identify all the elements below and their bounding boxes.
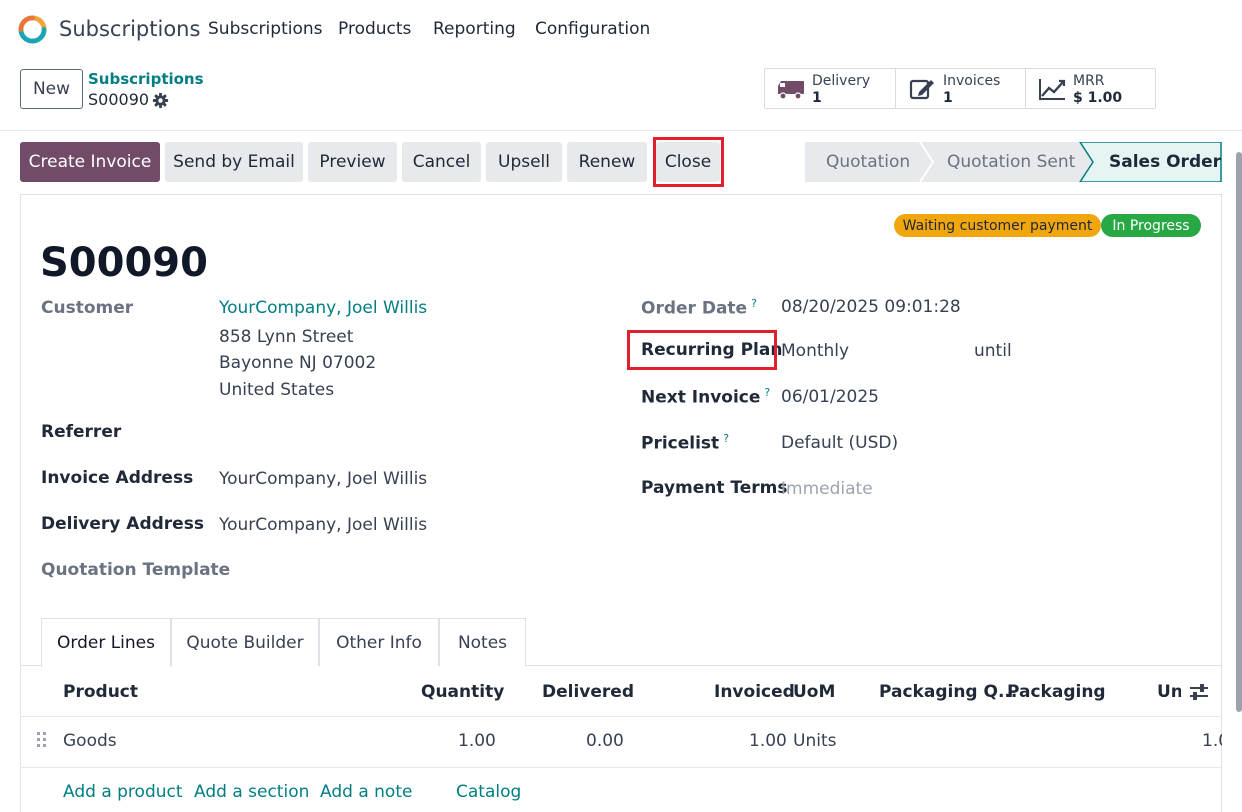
column-header-uom[interactable]: UoM — [793, 682, 835, 702]
table-row-divider — [20, 767, 1222, 768]
create-invoice-button[interactable]: Create Invoice — [20, 142, 160, 182]
mrr-smart-button[interactable]: MRR $ 1.00 — [1026, 69, 1155, 108]
page-title: S00090 — [40, 240, 208, 286]
status-quotation-sent[interactable]: Quotation Sent — [947, 152, 1075, 172]
preview-button[interactable]: Preview — [308, 142, 397, 182]
invoices-count: 1 — [943, 90, 953, 106]
column-header-packaging-qty[interactable]: Packaging Q... — [879, 682, 1017, 702]
gear-icon[interactable] — [152, 92, 169, 109]
quotation-template-label: Quotation Template — [41, 560, 231, 580]
top-navbar: Subscriptions Subscriptions Products Rep… — [0, 0, 1242, 60]
form-sheet — [20, 194, 1222, 812]
status-quotation[interactable]: Quotation — [826, 152, 910, 172]
status-badge-payment: Waiting customer payment — [894, 214, 1101, 237]
pricelist-field[interactable]: Default (USD) — [781, 433, 898, 453]
delivery-address-field[interactable]: YourCompany, Joel Willis — [219, 515, 427, 535]
add-section-link[interactable]: Add a section — [194, 782, 309, 802]
address-line-2: Bayonne NJ 07002 — [219, 353, 377, 373]
vertical-scrollbar[interactable] — [1236, 152, 1242, 712]
invoice-address-field[interactable]: YourCompany, Joel Willis — [219, 469, 427, 489]
breadcrumb-current: S00090 — [88, 90, 150, 109]
referrer-label: Referrer — [41, 422, 122, 442]
next-invoice-field[interactable]: 06/01/2025 — [781, 387, 879, 407]
column-header-unit-price[interactable]: Uni — [1157, 682, 1181, 702]
menu-configuration[interactable]: Configuration — [535, 19, 650, 39]
column-header-packaging[interactable]: Packaging — [1007, 682, 1106, 702]
add-product-link[interactable]: Add a product — [63, 782, 183, 802]
invoice-address-label: Invoice Address — [41, 468, 194, 488]
next-invoice-help-icon[interactable]: ? — [764, 386, 770, 399]
chart-line-icon — [1039, 79, 1066, 100]
delivery-smart-button[interactable]: Delivery 1 — [765, 69, 896, 108]
menu-products[interactable]: Products — [338, 19, 411, 39]
column-header-delivered[interactable]: Delivered — [542, 682, 634, 702]
next-invoice-label: Next Invoice? — [641, 386, 770, 408]
breadcrumb-parent[interactable]: Subscriptions — [88, 70, 204, 88]
catalog-link[interactable]: Catalog — [456, 782, 521, 802]
new-button[interactable]: New — [20, 69, 83, 109]
invoices-smart-button[interactable]: Invoices 1 — [896, 69, 1026, 108]
status-bar: Quotation Quotation Sent Sales Order — [805, 142, 1222, 182]
cell-product[interactable]: Goods — [63, 731, 117, 751]
status-badge-progress: In Progress — [1101, 214, 1201, 237]
column-header-invoiced[interactable]: Invoiced — [714, 682, 795, 702]
pricelist-label: Pricelist? — [641, 432, 729, 454]
recurring-plan-label: Recurring Plan — [641, 340, 783, 360]
column-header-quantity[interactable]: Quantity — [421, 682, 504, 702]
address-line-3: United States — [219, 380, 335, 400]
pricelist-label-text: Pricelist — [641, 433, 720, 454]
column-header-product[interactable]: Product — [63, 682, 138, 702]
table-header-divider — [20, 716, 1222, 717]
delivery-label: Delivery — [812, 73, 871, 89]
menu-subscriptions[interactable]: Subscriptions — [208, 19, 322, 39]
recurring-plan-field[interactable]: Monthly — [781, 341, 849, 361]
delivery-count: 1 — [812, 90, 822, 106]
app-logo-icon[interactable] — [18, 15, 47, 44]
cell-quantity[interactable]: 1.00 — [458, 731, 496, 751]
upsell-button[interactable]: Upsell — [486, 142, 562, 182]
tab-order-lines[interactable]: Order Lines — [41, 618, 171, 667]
app-title[interactable]: Subscriptions — [59, 17, 200, 41]
renew-button[interactable]: Renew — [567, 142, 647, 182]
send-by-email-button[interactable]: Send by Email — [165, 142, 303, 182]
mrr-label: MRR — [1073, 73, 1105, 89]
cancel-button[interactable]: Cancel — [402, 142, 481, 182]
pricelist-help-icon[interactable]: ? — [723, 432, 729, 445]
close-button[interactable]: Close — [656, 142, 720, 182]
add-note-link[interactable]: Add a note — [320, 782, 412, 802]
delivery-address-label: Delivery Address — [41, 514, 204, 534]
tab-quote-builder[interactable]: Quote Builder — [171, 618, 319, 666]
address-line-1: 858 Lynn Street — [219, 327, 354, 347]
truck-icon — [778, 81, 804, 100]
status-sales-order[interactable]: Sales Order — [1109, 152, 1221, 172]
invoices-label: Invoices — [943, 73, 1001, 89]
order-date-label-text: Order Date — [641, 298, 748, 319]
order-date-help-icon[interactable]: ? — [751, 297, 757, 310]
menu-reporting[interactable]: Reporting — [433, 19, 516, 39]
tab-other-info[interactable]: Other Info — [319, 618, 439, 666]
cell-uom[interactable]: Units — [793, 731, 836, 751]
header-divider — [0, 130, 1242, 131]
cell-invoiced: 1.00 — [749, 731, 787, 751]
drag-handle-icon[interactable] — [36, 731, 48, 749]
optional-columns-sliders-icon[interactable] — [1189, 683, 1209, 701]
pencil-square-icon — [909, 79, 934, 100]
customer-label: Customer — [41, 298, 134, 318]
next-invoice-label-text: Next Invoice — [641, 387, 761, 408]
cell-delivered[interactable]: 0.00 — [586, 731, 624, 751]
payment-terms-label: Payment Terms — [641, 478, 788, 498]
order-date-field[interactable]: 08/20/2025 09:01:28 — [781, 297, 961, 317]
until-label: until — [974, 341, 1012, 361]
customer-field[interactable]: YourCompany, Joel Willis — [219, 298, 427, 318]
cell-unit-price[interactable]: 1.0 — [1202, 731, 1222, 751]
smart-buttons: Delivery 1 Invoices 1 MRR $ 1.00 — [764, 68, 1156, 109]
mrr-value: $ 1.00 — [1073, 90, 1123, 106]
order-date-label: Order Date? — [641, 297, 757, 319]
tab-notes[interactable]: Notes — [439, 618, 526, 666]
payment-terms-field[interactable]: Immediate — [781, 479, 873, 499]
